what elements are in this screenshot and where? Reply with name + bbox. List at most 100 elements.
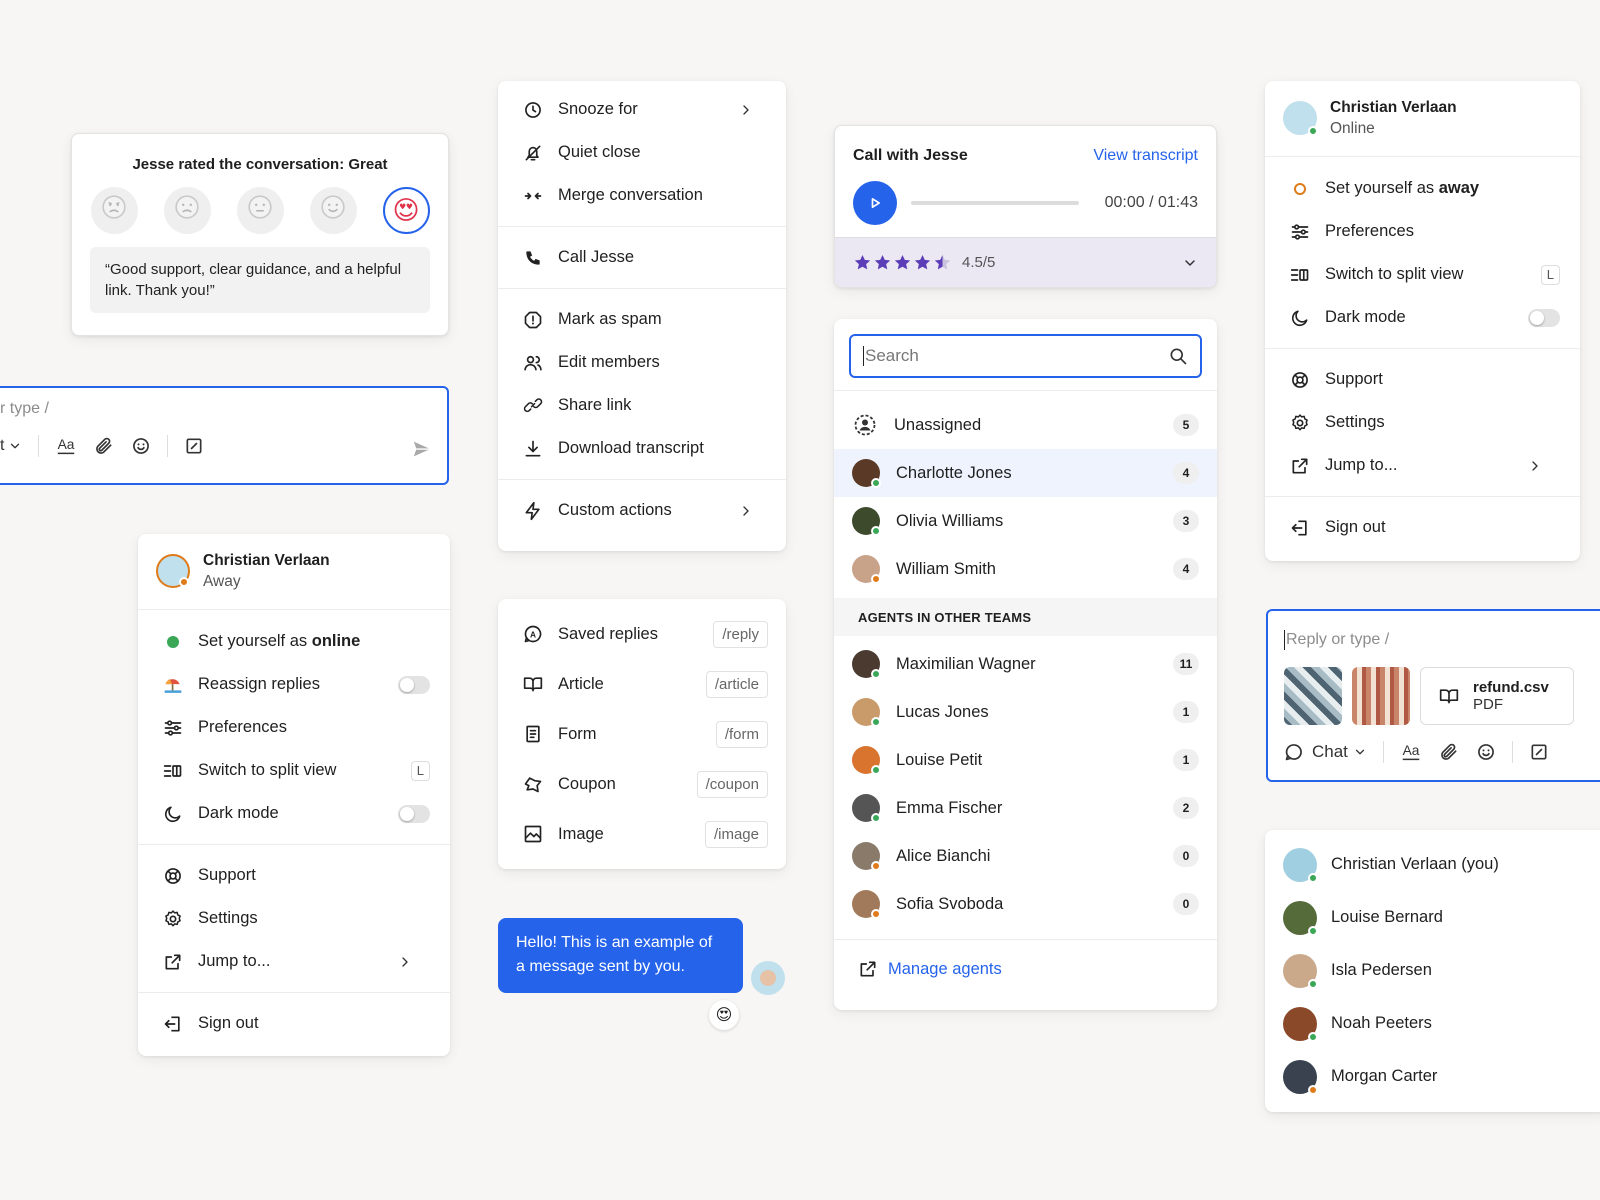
user-row[interactable]: Christian Verlaan (you) xyxy=(1265,838,1600,891)
agent-row[interactable]: Emma Fischer 2 xyxy=(834,784,1217,832)
search-placeholder: Search xyxy=(865,346,919,365)
shortcut-icon[interactable] xyxy=(184,436,204,456)
menu-item-label: Mark as spam xyxy=(558,310,662,328)
sad-face-button[interactable] xyxy=(163,187,211,234)
toggle-switch[interactable] xyxy=(398,804,430,823)
menu-item-reassign-replies[interactable]: Reassign replies xyxy=(138,663,450,706)
search-icon[interactable] xyxy=(1168,346,1188,366)
neutral-face-button[interactable] xyxy=(236,187,284,234)
set-online-item[interactable]: Set yourself as online xyxy=(138,620,450,663)
attachment-photo-2[interactable] xyxy=(1352,667,1410,725)
agent-row[interactable]: Louise Petit 1 xyxy=(834,736,1217,784)
menu-item-snooze-for[interactable]: Snooze for xyxy=(498,88,786,131)
emoji-icon[interactable] xyxy=(131,436,151,456)
heart-eyes-face-button[interactable]: 😍 xyxy=(382,187,430,234)
agent-row[interactable]: Olivia Williams 3 xyxy=(834,497,1217,545)
slash-item-label: Article xyxy=(558,674,604,693)
view-transcript-link[interactable]: View transcript xyxy=(1093,147,1198,165)
slash-item-coupon[interactable]: Coupon/coupon xyxy=(498,759,786,809)
emoji-icon[interactable] xyxy=(1476,742,1496,762)
user-row[interactable]: Morgan Carter xyxy=(1265,1050,1600,1103)
smile-face-button[interactable] xyxy=(309,187,357,234)
menu-item-settings[interactable]: Settings xyxy=(138,897,450,940)
agent-row[interactable]: William Smith 4 xyxy=(834,545,1217,593)
menu-item-support[interactable]: Support xyxy=(138,854,450,897)
away-ring-icon xyxy=(1289,182,1311,195)
menu-item-download-transcript[interactable]: Download transcript xyxy=(498,427,786,470)
count-badge: 2 xyxy=(1173,797,1199,819)
audio-progress-track[interactable] xyxy=(911,201,1079,205)
toggle-switch[interactable] xyxy=(398,675,430,694)
profile-header: Christian Verlaan Away xyxy=(138,534,450,609)
status-dot xyxy=(1308,978,1318,989)
chevron-down-icon[interactable] xyxy=(1182,255,1198,271)
user-row[interactable]: Louise Bernard xyxy=(1265,891,1600,944)
sign-out-item[interactable]: Sign out xyxy=(1265,506,1580,549)
count-badge: 1 xyxy=(1173,701,1199,723)
agent-name: Alice Bianchi xyxy=(896,846,991,865)
slash-item-form[interactable]: Form/form xyxy=(498,709,786,759)
agent-row[interactable]: Maximilian Wagner 11 xyxy=(834,640,1217,688)
shortcut-icon[interactable] xyxy=(1529,742,1549,762)
send-icon[interactable] xyxy=(411,438,433,460)
agent-row[interactable]: Charlotte Jones 4 xyxy=(834,449,1217,497)
sign-out-item[interactable]: Sign out xyxy=(138,1002,450,1045)
menu-item-label: Quiet close xyxy=(558,143,641,161)
menu-item-call-jesse[interactable]: Call Jesse xyxy=(498,236,786,279)
user-name: Isla Pedersen xyxy=(1331,961,1432,979)
composer-placeholder[interactable]: Reply or type / xyxy=(1286,631,1389,649)
menu-item-share-link[interactable]: Share link xyxy=(498,384,786,427)
file-type: PDF xyxy=(1473,696,1503,713)
attachment-file[interactable]: refund.csv PDF xyxy=(1420,667,1574,725)
menu-item-jump-to[interactable]: Jump to... xyxy=(1265,444,1580,487)
menu-item-jump-to[interactable]: Jump to... xyxy=(138,940,450,983)
agent-row[interactable]: Sofia Svoboda 0 xyxy=(834,880,1217,928)
menu-item-dark-mode[interactable]: Dark mode xyxy=(1265,296,1580,339)
attachment-icon[interactable] xyxy=(94,436,114,456)
count-badge: 4 xyxy=(1173,558,1199,580)
toggle-switch[interactable] xyxy=(1528,308,1560,327)
reply-composer-right[interactable]: Reply or type / refund.csv PDF Chat xyxy=(1266,609,1600,782)
slash-item-saved-replies[interactable]: Saved replies/reply xyxy=(498,609,786,659)
external-link-icon xyxy=(1289,456,1311,476)
agent-row[interactable]: Lucas Jones 1 xyxy=(834,688,1217,736)
menu-item-quiet-close[interactable]: Quiet close xyxy=(498,131,786,174)
agents-panel: Search Unassigned 5 Charlotte Jones 4 Oliv… xyxy=(834,319,1217,1010)
menu-item-preferences[interactable]: Preferences xyxy=(1265,210,1580,253)
menu-item-merge-conversation[interactable]: Merge conversation xyxy=(498,174,786,217)
menu-item-edit-members[interactable]: Edit members xyxy=(498,341,786,384)
user-row[interactable]: Noah Peeters xyxy=(1265,997,1600,1050)
manage-agents-link[interactable]: Manage agents xyxy=(858,959,1002,979)
menu-item-settings[interactable]: Settings xyxy=(1265,401,1580,444)
attachment-icon[interactable] xyxy=(1439,742,1459,762)
menu-item-custom-actions[interactable]: Custom actions xyxy=(498,489,786,532)
menu-item-dark-mode[interactable]: Dark mode xyxy=(138,792,450,835)
reaction-badge[interactable]: 😍 xyxy=(709,1000,739,1030)
menu-item-mark-as-spam[interactable]: Mark as spam xyxy=(498,298,786,341)
text-format-icon[interactable] xyxy=(55,435,77,457)
composer-placeholder[interactable]: r type / xyxy=(0,400,49,418)
text-format-icon[interactable] xyxy=(1400,741,1422,763)
agent-row[interactable]: Alice Bianchi 0 xyxy=(834,832,1217,880)
call-rating-bar[interactable]: 4.5/5 xyxy=(835,237,1216,287)
chevron-down-icon xyxy=(8,439,22,453)
count-badge: 5 xyxy=(1173,414,1199,436)
set-away-item[interactable]: Set yourself as away xyxy=(1265,167,1580,210)
menu-item-switch-to-split-view[interactable]: Switch to split view L xyxy=(1265,253,1580,296)
agent-row-unassigned[interactable]: Unassigned 5 xyxy=(834,401,1217,449)
menu-item-switch-to-split-view[interactable]: Switch to split view L xyxy=(138,749,450,792)
mode-label: t xyxy=(0,437,5,454)
reply-composer-left[interactable]: r type / t xyxy=(0,386,449,485)
split-view-icon xyxy=(162,761,184,781)
menu-item-support[interactable]: Support xyxy=(1265,358,1580,401)
angry-face-button[interactable] xyxy=(90,187,138,234)
search-input[interactable]: Search xyxy=(849,334,1202,378)
menu-item-preferences[interactable]: Preferences xyxy=(138,706,450,749)
slash-item-article[interactable]: Article/article xyxy=(498,659,786,709)
slash-item-image[interactable]: Image/image xyxy=(498,809,786,859)
attachment-photo-1[interactable] xyxy=(1284,667,1342,725)
mode-select[interactable]: t xyxy=(0,437,22,455)
mode-select[interactable]: Chat xyxy=(1312,742,1367,762)
user-row[interactable]: Isla Pedersen xyxy=(1265,944,1600,997)
play-button[interactable] xyxy=(853,181,897,225)
